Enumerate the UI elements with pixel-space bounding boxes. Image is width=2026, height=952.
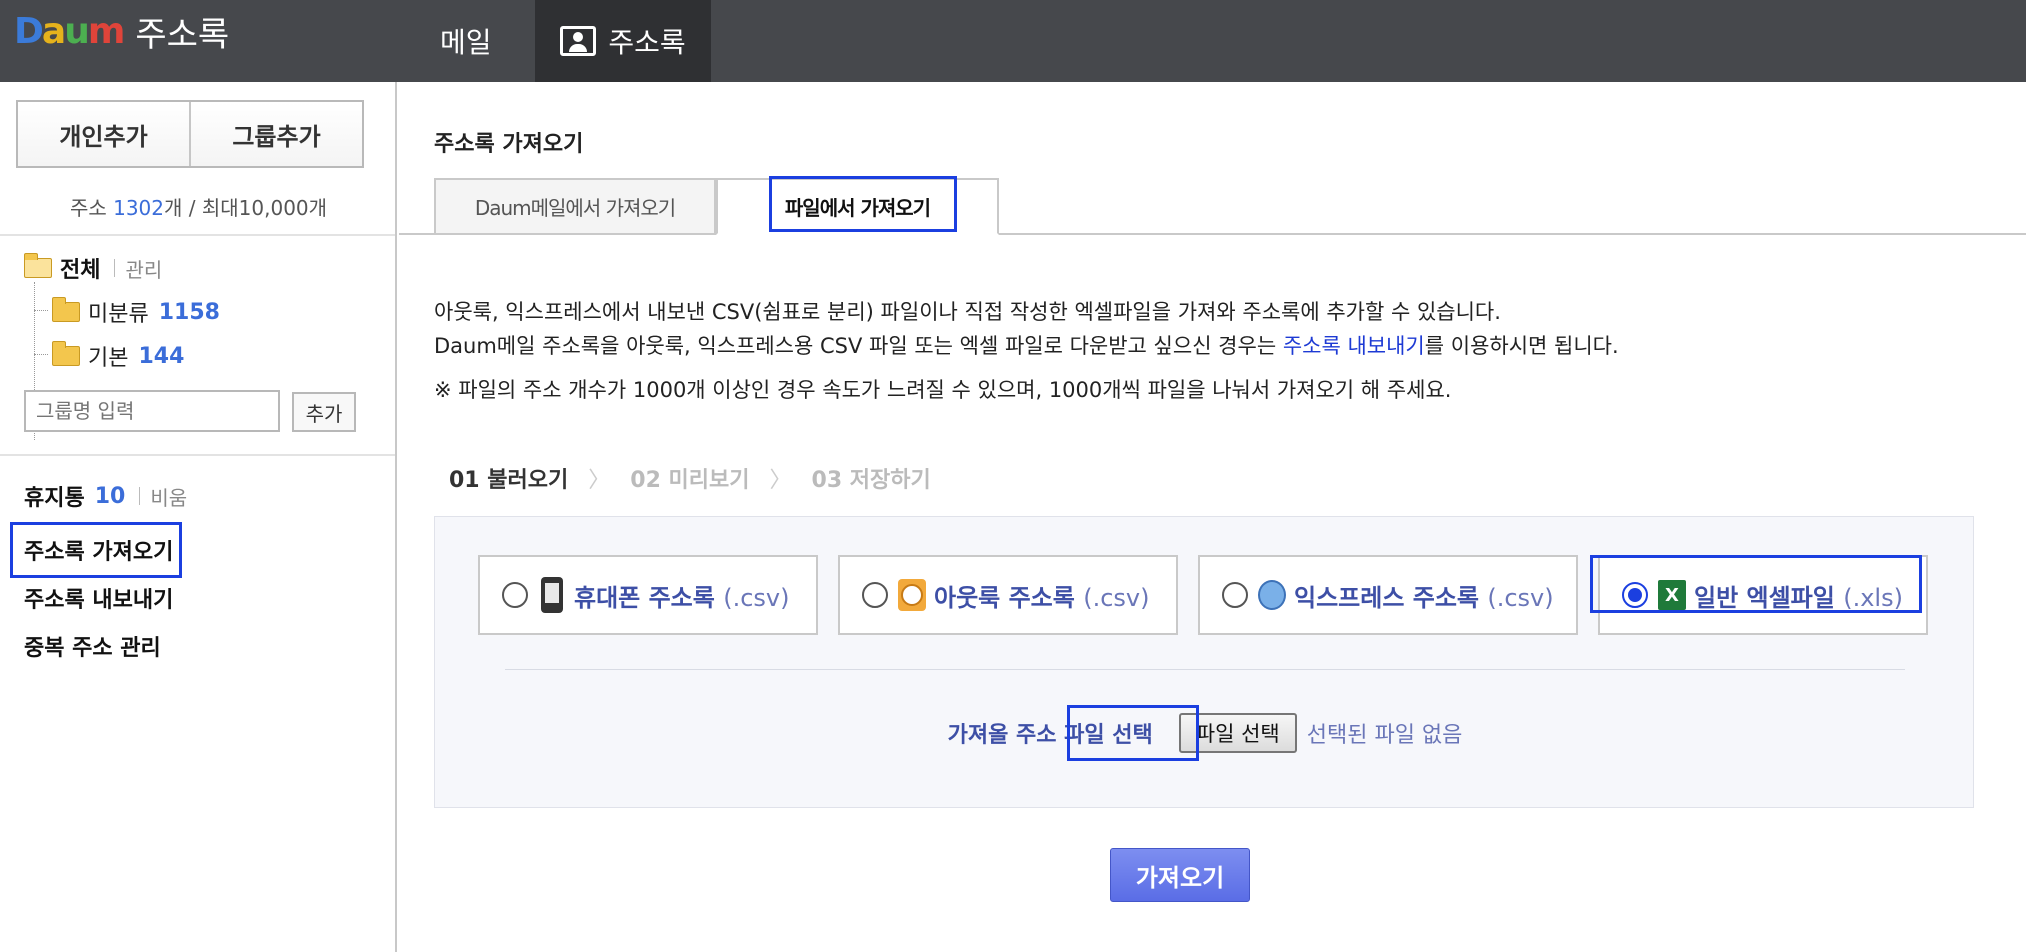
sidebar-link-export[interactable]: 주소록 내보내기	[24, 582, 173, 614]
highlight-box	[769, 176, 957, 232]
highlight-box	[1590, 555, 1922, 613]
panel-divider	[505, 669, 1905, 670]
chevron-right-icon: 〉	[769, 468, 792, 493]
file-type-phone[interactable]: 휴대폰 주소록 (.csv)	[478, 555, 818, 635]
radio-phone[interactable]	[502, 582, 528, 608]
tree-root: 전체 관리	[24, 252, 162, 284]
folder-icon	[52, 341, 80, 366]
file-type-outlook[interactable]: 아웃룩 주소록 (.csv)	[838, 555, 1178, 635]
description-line-2: Daum메일 주소록을 아웃룩, 익스프레스용 CSV 파일 또는 엑셀 파일로…	[434, 330, 1619, 360]
description-line-1: 아웃룩, 익스프레스에서 내보낸 CSV(쉼표로 분리) 파일이나 직접 작성한…	[434, 300, 1501, 324]
quota-suffix: 개 / 최대10,000개	[164, 196, 328, 220]
add-group-button[interactable]: 그룹추가	[189, 102, 362, 166]
quota-prefix: 주소	[69, 196, 114, 220]
file-type-express[interactable]: 익스프레스 주소록 (.csv)	[1198, 555, 1578, 635]
description-note: ※ 파일의 주소 개수가 1000개 이상인 경우 속도가 느려질 수 있으며,…	[434, 378, 1452, 402]
tree-item-label: 기본	[88, 346, 129, 371]
description-text: 를 이용하시면 됩니다.	[1424, 334, 1619, 358]
import-panel: 휴대폰 주소록 (.csv) 아웃룩 주소록 (.csv) 익스프레스 주소록 …	[434, 516, 1974, 808]
tab-mail-label: 메일	[440, 26, 492, 59]
main-content: 주소록 가져오기 Daum메일에서 가져오기 파일에서 가져오기 아웃룩, 익스…	[399, 82, 2026, 952]
radio-express[interactable]	[1222, 582, 1248, 608]
step-2: 02 미리보기	[630, 468, 750, 493]
import-submit-button[interactable]: 가져오기	[1110, 848, 1250, 902]
divider	[0, 234, 395, 236]
tree-item-count: 144	[138, 343, 185, 369]
highlight-box	[1067, 705, 1199, 761]
tab-mail[interactable]: 메일	[440, 0, 532, 82]
express-icon	[1258, 577, 1286, 613]
sidebar: 개인추가 그룹추가 주소 1302개 / 최대10,000개 전체 관리 미분류…	[0, 82, 397, 952]
quota-count: 1302	[113, 196, 165, 220]
file-type-label: 익스프레스 주소록 (.csv)	[1294, 583, 1554, 612]
description-text: Daum메일 주소록을 아웃룩, 익스프레스용 CSV 파일 또는 엑셀 파일로…	[434, 334, 1283, 358]
file-type-label: 휴대폰 주소록 (.csv)	[574, 583, 790, 612]
tree-root-label[interactable]: 전체	[60, 252, 100, 284]
file-select-row: 가져올 주소 파일 선택 파일 선택 선택된 파일 없음	[435, 713, 1975, 753]
trash: 휴지통 10 비움	[24, 480, 187, 512]
tree-item-basic[interactable]: 기본 144	[33, 340, 185, 372]
manage-link[interactable]: 관리	[125, 254, 162, 283]
trash-count: 10	[94, 483, 126, 509]
step-1: 01 불러오기	[449, 468, 569, 493]
group-name-input[interactable]	[24, 390, 280, 432]
tab-import-daum[interactable]: Daum메일에서 가져오기	[434, 178, 716, 235]
file-type-label: 아웃룩 주소록 (.csv)	[934, 583, 1150, 612]
app-title: 주소록	[135, 14, 230, 55]
separator	[114, 259, 116, 277]
tab-address-book-label: 주소록	[608, 26, 686, 59]
phone-icon	[538, 577, 566, 613]
empty-trash-link[interactable]: 비움	[150, 482, 187, 511]
sidebar-link-duplicates[interactable]: 중복 주소 관리	[24, 630, 161, 662]
tree-item-unclassified[interactable]: 미분류 1158	[34, 296, 220, 328]
file-select-status: 선택된 파일 없음	[1306, 723, 1463, 748]
chevron-right-icon: 〉	[588, 468, 611, 493]
divider	[0, 454, 395, 456]
logo[interactable]: Daum 주소록	[14, 8, 230, 55]
trash-label[interactable]: 휴지통	[24, 480, 85, 512]
page-title: 주소록 가져오기	[434, 132, 584, 157]
tree-item-label: 미분류	[88, 302, 149, 327]
step-indicator: 01 불러오기 〉 02 미리보기 〉 03 저장하기	[449, 462, 931, 494]
add-person-button[interactable]: 개인추가	[18, 102, 189, 166]
highlight-box	[10, 522, 182, 578]
tree-item-count: 1158	[158, 299, 220, 325]
top-bar: Daum 주소록 메일 주소록	[0, 0, 2026, 82]
address-book-icon	[560, 26, 597, 56]
outlook-icon	[898, 577, 926, 613]
open-folder-icon	[24, 253, 52, 278]
export-link[interactable]: 주소록 내보내기	[1283, 334, 1425, 358]
add-button-group: 개인추가 그룹추가	[16, 100, 364, 168]
address-quota: 주소 1302개 / 최대10,000개	[0, 192, 397, 221]
radio-outlook[interactable]	[862, 582, 888, 608]
separator	[139, 487, 141, 505]
folder-icon	[52, 297, 80, 322]
step-3: 03 저장하기	[811, 468, 931, 493]
group-add-button[interactable]: 추가	[292, 392, 356, 432]
daum-logo: Daum	[14, 10, 125, 52]
tab-address-book[interactable]: 주소록	[535, 0, 711, 82]
